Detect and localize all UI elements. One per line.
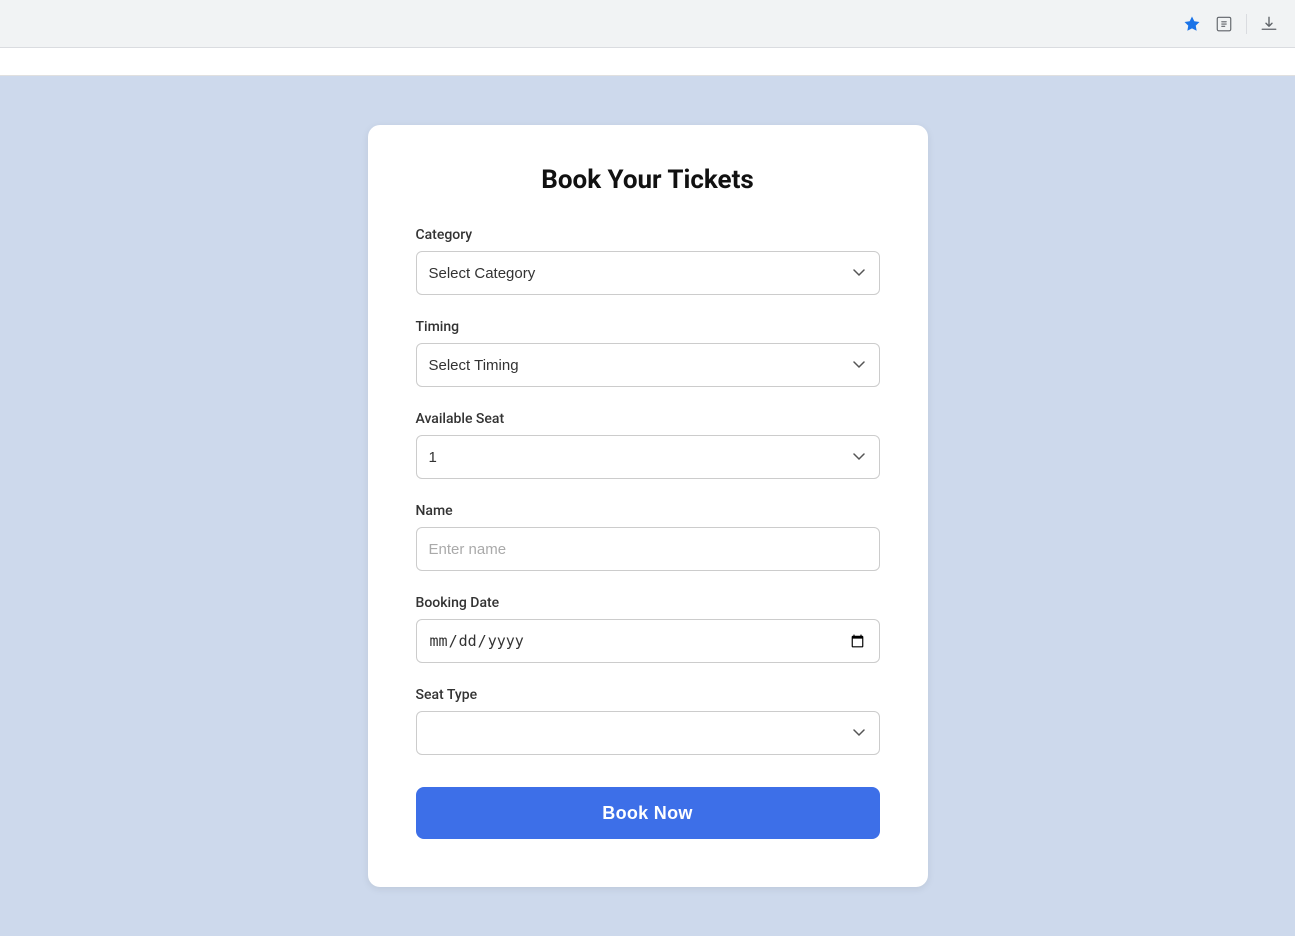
timing-label: Timing (416, 319, 880, 335)
available-seat-label: Available Seat (416, 411, 880, 427)
main-content: Book Your Tickets Category Select Catego… (0, 76, 1295, 936)
download-icon[interactable] (1259, 14, 1279, 34)
category-group: Category Select Category (416, 227, 880, 295)
page-title: Book Your Tickets (416, 165, 880, 195)
timing-group: Timing Select Timing (416, 319, 880, 387)
available-seat-select[interactable]: 1 2 3 4 5 (416, 435, 880, 479)
booking-date-label: Booking Date (416, 595, 880, 611)
browser-subbar (0, 48, 1295, 76)
share-icon[interactable] (1214, 14, 1234, 34)
seat-type-group: Seat Type (416, 687, 880, 755)
name-group: Name (416, 503, 880, 571)
name-input[interactable] (416, 527, 880, 571)
book-now-button[interactable]: Book Now (416, 787, 880, 839)
booking-date-group: Booking Date (416, 595, 880, 663)
seat-type-label: Seat Type (416, 687, 880, 703)
category-label: Category (416, 227, 880, 243)
browser-toolbar (0, 0, 1295, 48)
category-select[interactable]: Select Category (416, 251, 880, 295)
available-seat-group: Available Seat 1 2 3 4 5 (416, 411, 880, 479)
timing-select[interactable]: Select Timing (416, 343, 880, 387)
name-label: Name (416, 503, 880, 519)
toolbar-divider (1246, 14, 1247, 34)
seat-type-select[interactable] (416, 711, 880, 755)
booking-card: Book Your Tickets Category Select Catego… (368, 125, 928, 887)
booking-date-input[interactable] (416, 619, 880, 663)
star-icon[interactable] (1182, 14, 1202, 34)
